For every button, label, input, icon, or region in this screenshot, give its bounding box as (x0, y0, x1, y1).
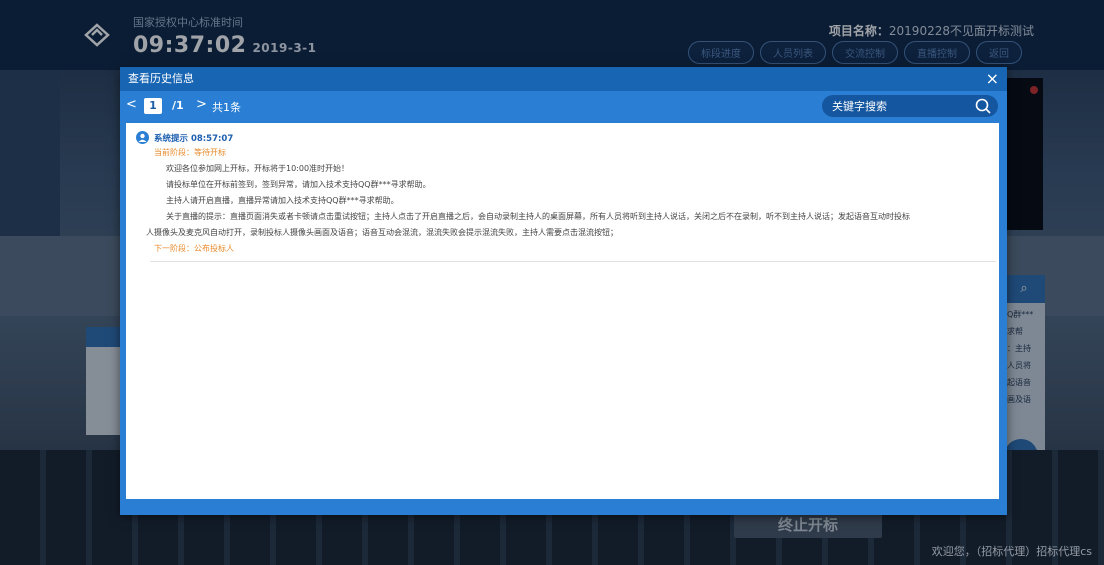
search-icon[interactable] (974, 97, 992, 115)
current-page[interactable]: 1 (144, 98, 162, 114)
chevron-right-icon[interactable]: > (196, 97, 207, 112)
history-modal: 查看历史信息 × < 1 /1 > 共1条 系统提示 08:57:07 当前阶段… (120, 67, 1007, 515)
keyword-search-input[interactable] (822, 95, 972, 117)
system-avatar-icon (136, 131, 149, 144)
close-icon[interactable]: × (986, 67, 999, 91)
modal-title: 查看历史信息 (128, 72, 194, 85)
message-line: 人摄像头及麦克风自动打开，录制投标人摄像头画面及语音；语音互动会混流，混流失败会… (146, 228, 618, 237)
message-line: 关于直播的提示：直播页面消失或者卡顿请点击重试按钮；主持人点击了开启直播之后，会… (166, 212, 910, 221)
keyword-search (822, 95, 998, 117)
message-line: 请投标单位在开标前签到，签到异常，请加入技术支持QQ群***寻求帮助。 (166, 180, 431, 189)
message-line: 主持人请开启直播，直播异常请加入技术支持QQ群***寻求帮助。 (166, 196, 399, 205)
modal-header: 查看历史信息 × (120, 67, 1007, 91)
divider (150, 261, 996, 262)
record-count: 共1条 (212, 101, 241, 114)
total-pages: /1 (172, 99, 184, 112)
next-stage: 下一阶段：公布投标人 (154, 244, 234, 253)
chevron-left-icon[interactable]: < (126, 97, 137, 112)
message-line: 欢迎各位参加网上开标，开标将于10:00准时开始！ (166, 164, 350, 173)
message-sender-time: 系统提示 08:57:07 (154, 134, 234, 144)
current-stage: 当前阶段：等待开标 (154, 148, 226, 157)
modal-toolbar: < 1 /1 > 共1条 (120, 91, 1007, 121)
history-list: 系统提示 08:57:07 当前阶段：等待开标 欢迎各位参加网上开标，开标将于1… (126, 123, 999, 499)
